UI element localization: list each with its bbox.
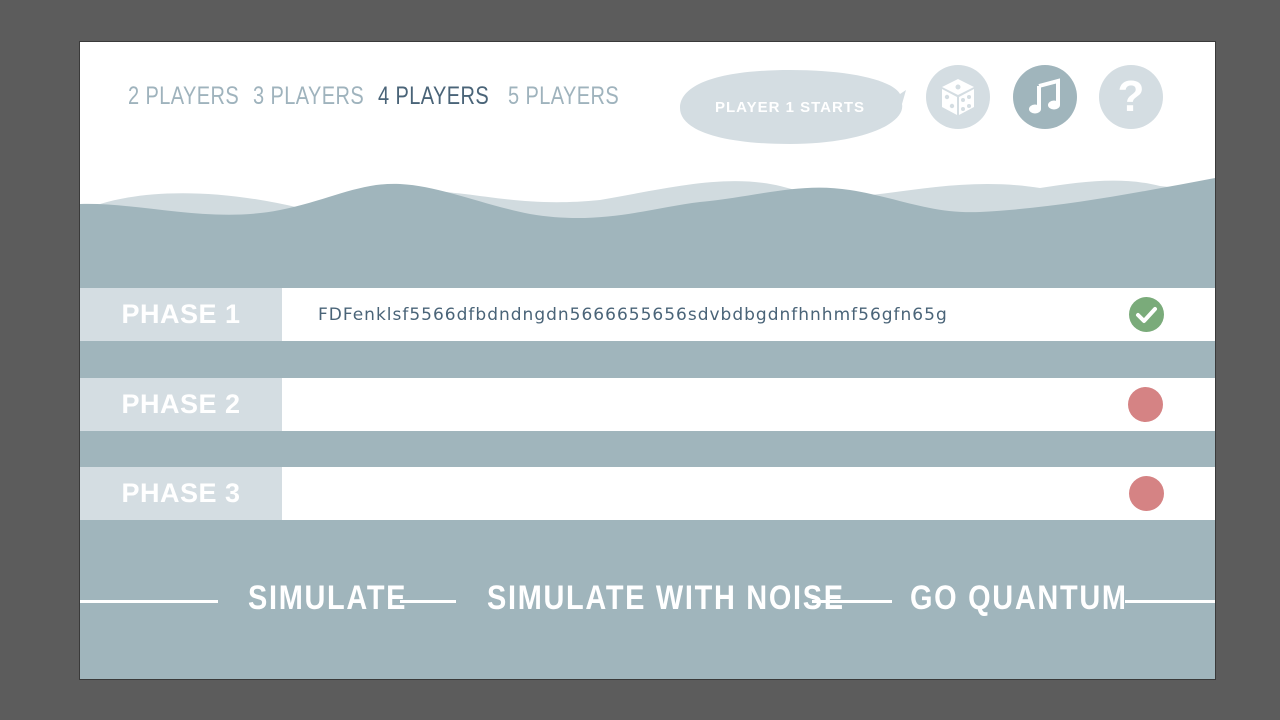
phase-value[interactable]: FDFenklsf5566dfbdndngdn5666655656sdvbdbg… <box>318 288 948 341</box>
tab-5-players[interactable]: 5 PLAYERS <box>508 82 619 111</box>
phase-row-3: PHASE 3 <box>80 467 1215 520</box>
tab-4-players[interactable]: 4 PLAYERS <box>378 82 489 111</box>
phase-row-2: PHASE 2 <box>80 378 1215 431</box>
incomplete-status-icon <box>1129 476 1164 511</box>
dice-icon <box>942 79 974 115</box>
incomplete-status-icon <box>1128 387 1163 422</box>
turn-status-text: PLAYER 1 STARTS <box>714 98 866 116</box>
dice-button[interactable] <box>926 65 990 129</box>
music-note-icon <box>1029 78 1060 114</box>
game-window: 2 PLAYERS 3 PLAYERS 4 PLAYERS 5 PLAYERS … <box>79 41 1216 680</box>
simulate-button[interactable]: SIMULATE <box>248 579 407 618</box>
simulate-with-noise-button[interactable]: SIMULATE WITH NOISE <box>487 579 845 618</box>
phase-label: PHASE 1 <box>80 288 282 341</box>
check-icon <box>1129 297 1164 332</box>
phase-row-1: PHASE 1 FDFenklsf5566dfbdndngdn566665565… <box>80 288 1215 341</box>
help-button[interactable]: ? <box>1099 65 1163 129</box>
divider-line <box>80 600 218 603</box>
divider-line <box>812 600 892 603</box>
phase-label: PHASE 3 <box>80 467 282 520</box>
tab-2-players[interactable]: 2 PLAYERS <box>128 82 239 111</box>
go-quantum-button[interactable]: GO QUANTUM <box>910 579 1128 618</box>
music-button[interactable] <box>1013 65 1077 129</box>
question-mark-icon: ? <box>1117 72 1145 121</box>
tab-3-players[interactable]: 3 PLAYERS <box>253 82 364 111</box>
divider-line <box>1125 600 1215 603</box>
phase-label: PHASE 2 <box>80 378 282 431</box>
divider-line <box>400 600 456 603</box>
